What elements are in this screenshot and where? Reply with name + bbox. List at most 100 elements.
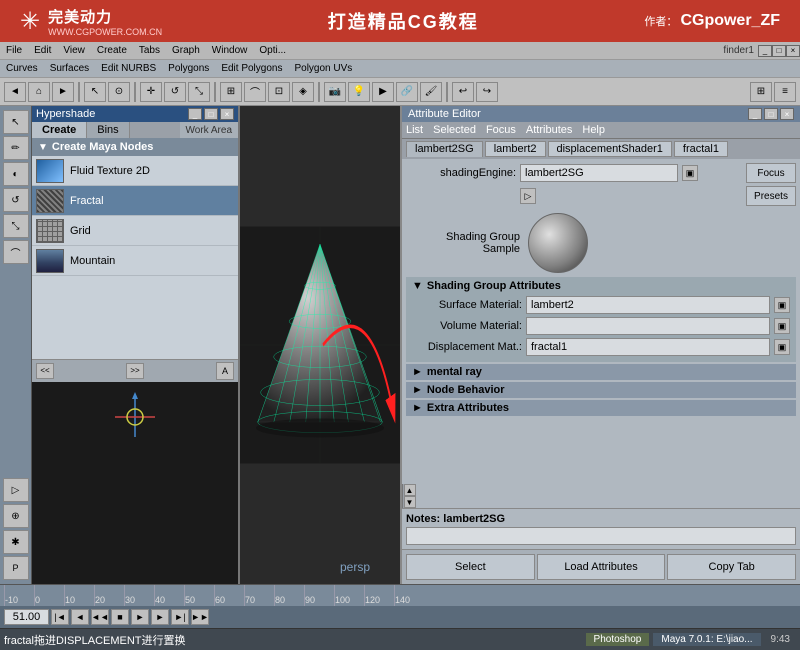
attr-menu-list[interactable]: List — [406, 124, 423, 136]
menu-edit[interactable]: Edit — [28, 42, 57, 59]
focus-btn[interactable]: Focus — [746, 163, 796, 183]
attr-menu-attributes[interactable]: Attributes — [526, 124, 572, 136]
menu-edit-nurbs[interactable]: Edit NURBS — [95, 60, 162, 77]
surface-material-input[interactable] — [526, 296, 770, 314]
displacement-mat-btn[interactable]: ▣ — [774, 339, 790, 355]
toolbar-move[interactable]: ✛ — [140, 82, 162, 102]
attr-close[interactable]: × — [780, 108, 794, 120]
toolbar-snap-surface[interactable]: ◈ — [292, 82, 314, 102]
scroll-right-btn[interactable]: >> — [126, 363, 144, 379]
shader-tab-lambert2[interactable]: lambert2 — [485, 141, 546, 157]
frame-input[interactable] — [4, 609, 49, 625]
ltool-deform[interactable]: ⊕ — [3, 504, 29, 528]
scroll-left-btn[interactable]: << — [36, 363, 54, 379]
win-close[interactable]: × — [786, 45, 800, 57]
tab-bins[interactable]: Bins — [87, 122, 129, 138]
attr-menu-selected[interactable]: Selected — [433, 124, 476, 136]
pb-play[interactable]: ► — [131, 609, 149, 625]
menu-curves[interactable]: Curves — [0, 60, 44, 77]
toolbar-snap-curve[interactable]: ⌒ — [244, 82, 266, 102]
shading-engine-btn2[interactable]: ▷ — [520, 188, 536, 204]
toolbar-lasso[interactable]: ⊙ — [108, 82, 130, 102]
toolbar-render[interactable]: ▶ — [372, 82, 394, 102]
pb-start[interactable]: |◄ — [51, 609, 69, 625]
toolbar-hypershade[interactable]: 🔗 — [396, 82, 418, 102]
menu-opti[interactable]: Opti... — [253, 42, 292, 59]
toolbar-select[interactable]: ↖ — [84, 82, 106, 102]
toolbar-list-view[interactable]: ≡ — [774, 82, 796, 102]
pb-prev[interactable]: ◄ — [71, 609, 89, 625]
surface-material-btn[interactable]: ▣ — [774, 297, 790, 313]
ltool-paint[interactable]: ✏ — [3, 136, 29, 160]
maya-btn[interactable]: Maya 7.0.1: E:\jiao... — [653, 633, 760, 646]
hs-close[interactable]: × — [220, 108, 234, 120]
presets-btn[interactable]: Presets — [746, 186, 796, 206]
copy-tab-btn[interactable]: Copy Tab — [667, 554, 796, 580]
tab-create[interactable]: Create — [32, 122, 87, 138]
ltool-sculpt[interactable]: ◐ — [3, 162, 29, 186]
menu-create[interactable]: Create — [91, 42, 133, 59]
attr-menu-help[interactable]: Help — [582, 124, 605, 136]
toolbar-scale[interactable]: ⤡ — [188, 82, 210, 102]
ltool-select[interactable]: ↖ — [3, 110, 29, 134]
toolbar-forward[interactable]: ► — [52, 82, 74, 102]
menu-surfaces[interactable]: Surfaces — [44, 60, 95, 77]
toolbar-grid-view[interactable]: ⊞ — [750, 82, 772, 102]
ltool-anim[interactable]: ▷ — [3, 478, 29, 502]
menu-polygons[interactable]: Polygons — [162, 60, 215, 77]
toolbar-paint[interactable]: 🖌 — [420, 82, 442, 102]
ltool-curve[interactable]: ⌒ — [3, 240, 29, 264]
toolbar-undo[interactable]: ↩ — [452, 82, 474, 102]
scroll-up[interactable]: ▲ — [404, 484, 416, 496]
toolbar-snap-grid[interactable]: ⊞ — [220, 82, 242, 102]
hs-minimize[interactable]: _ — [188, 108, 202, 120]
pb-stop[interactable]: ■ — [111, 609, 129, 625]
shader-tab-lambert2sg[interactable]: lambert2SG — [406, 141, 483, 157]
select-btn[interactable]: Select — [406, 554, 535, 580]
win-maximize[interactable]: □ — [772, 45, 786, 57]
toolbar-snap-point[interactable]: ⊡ — [268, 82, 290, 102]
hs-maximize[interactable]: □ — [204, 108, 218, 120]
toolbar-light[interactable]: 💡 — [348, 82, 370, 102]
pb-play-back[interactable]: ◄◄ — [91, 609, 109, 625]
win-minimize[interactable]: _ — [758, 45, 772, 57]
menu-tabs[interactable]: Tabs — [133, 42, 166, 59]
volume-material-input[interactable] — [526, 317, 770, 335]
create-maya-nodes-header[interactable]: ▼ Create Maya Nodes — [32, 138, 238, 156]
menu-graph[interactable]: Graph — [166, 42, 206, 59]
toolbar-rotate[interactable]: ↺ — [164, 82, 186, 102]
toolbar-camera[interactable]: 📷 — [324, 82, 346, 102]
pb-end[interactable]: ►| — [171, 609, 189, 625]
attr-minimize[interactable]: _ — [748, 108, 762, 120]
displacement-mat-input[interactable] — [526, 338, 770, 356]
sg-section-header[interactable]: ▼ Shading Group Attributes — [412, 280, 790, 292]
volume-material-btn[interactable]: ▣ — [774, 318, 790, 334]
menu-edit-polygons[interactable]: Edit Polygons — [215, 60, 288, 77]
node-item-fluid[interactable]: Fluid Texture 2D — [32, 156, 238, 186]
pb-next[interactable]: ► — [151, 609, 169, 625]
menu-file[interactable]: File — [0, 42, 28, 59]
node-item-fractal[interactable]: Fractal — [32, 186, 238, 216]
scroll-down[interactable]: ▼ — [404, 496, 416, 508]
shader-tab-displacement[interactable]: displacementShader1 — [548, 141, 672, 157]
node-alpha-btn[interactable]: A — [216, 362, 234, 380]
mental-ray-header[interactable]: ► mental ray — [406, 364, 796, 380]
menu-polygon-uvs[interactable]: Polygon UVs — [288, 60, 358, 77]
node-item-mountain[interactable]: Mountain — [32, 246, 238, 276]
shading-engine-btn1[interactable]: ▣ — [682, 165, 698, 181]
pb-ff[interactable]: ►► — [191, 609, 209, 625]
attr-maximize[interactable]: □ — [764, 108, 778, 120]
toolbar-redo[interactable]: ↪ — [476, 82, 498, 102]
toolbar-home[interactable]: ⌂ — [28, 82, 50, 102]
node-item-grid[interactable]: Grid — [32, 216, 238, 246]
toolbar-arrow[interactable]: ◄ — [4, 82, 26, 102]
menu-window[interactable]: Window — [206, 42, 254, 59]
shading-engine-input[interactable] — [520, 164, 678, 182]
ltool-persp[interactable]: P — [3, 556, 29, 580]
ltool-rotate[interactable]: ↺ — [3, 188, 29, 212]
extra-attrs-header[interactable]: ► Extra Attributes — [406, 400, 796, 416]
photoshop-btn[interactable]: Photoshop — [586, 633, 650, 646]
ltool-scale[interactable]: ⤡ — [3, 214, 29, 238]
notes-input[interactable] — [406, 527, 796, 545]
load-attributes-btn[interactable]: Load Attributes — [537, 554, 666, 580]
